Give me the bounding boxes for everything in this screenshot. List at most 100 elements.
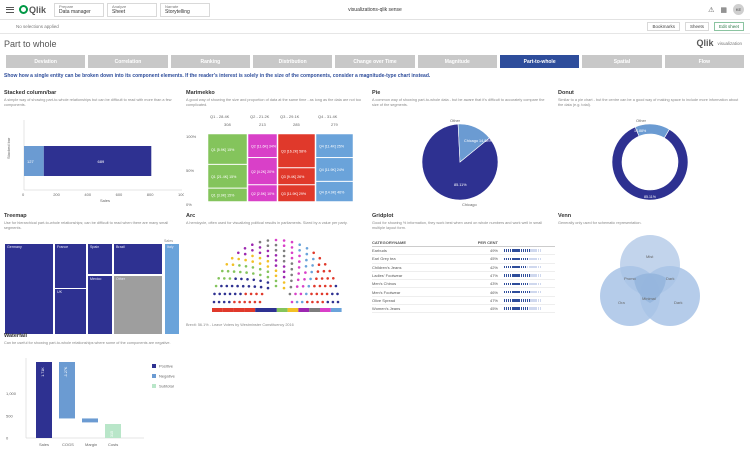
- arc-seat: [251, 266, 255, 269]
- arc-seat: [225, 284, 229, 288]
- gridplot-col-head[interactable]: CATEGORYNAME: [372, 240, 462, 245]
- arc-seat: [274, 279, 278, 283]
- bell-icon[interactable]: ⚠: [708, 6, 714, 14]
- stacked-ylabel: Stacked bar: [6, 137, 11, 159]
- arc-footer: Brexit: 56.1% - Leave Voters by Westmins…: [186, 323, 294, 327]
- apps-grid-icon[interactable]: ▦: [720, 6, 727, 14]
- arc-legend-bar: [309, 308, 320, 312]
- bookmarks-button[interactable]: Bookmarks: [647, 22, 680, 31]
- arc-legend-bar: [298, 308, 310, 312]
- table-row[interactable]: Men's Footwear 46%: [372, 288, 555, 297]
- waterfall-bar[interactable]: [82, 418, 98, 423]
- arc-seat: [282, 239, 286, 242]
- arc-seat: [243, 252, 247, 256]
- arc-seat: [318, 256, 322, 260]
- sheets-button[interactable]: Sheets: [684, 22, 709, 31]
- nav-tab-ranking[interactable]: Ranking: [170, 55, 250, 68]
- arc-seat: [305, 258, 308, 262]
- hamburger-menu-icon[interactable]: [3, 3, 17, 17]
- treemap-cell[interactable]: Mexico: [87, 275, 113, 335]
- treemap-cell[interactable]: UK: [54, 288, 87, 335]
- donut-chart: Other 14.88% 85.11%: [611, 118, 689, 201]
- nav-tab-flow[interactable]: Flow: [664, 55, 744, 68]
- arc-seat: [226, 269, 230, 273]
- arc-seat: [217, 277, 220, 280]
- qlik-logo[interactable]: Qlik: [19, 5, 46, 15]
- treemap-cell[interactable]: Brazil: [113, 243, 163, 275]
- table-row[interactable]: Children's Jeans 42%: [372, 264, 555, 272]
- treemap-cell[interactable]: Germany: [4, 243, 54, 335]
- arc-seat: [274, 284, 278, 288]
- gridplot-row-squares: [504, 307, 544, 310]
- arc-seat: [313, 284, 316, 288]
- nav-tab-change-over-time[interactable]: Change over Time: [335, 55, 415, 68]
- waterfall-bar-label: -89: [87, 426, 91, 431]
- arc-seat: [274, 264, 278, 267]
- venn-title: Venn: [558, 213, 572, 219]
- venn-label: Dark: [666, 276, 674, 281]
- table-row[interactable]: Men's Chinos 43%: [372, 280, 555, 289]
- arc-seat: [228, 292, 232, 296]
- arc-seat: [301, 285, 305, 288]
- arc-seat: [238, 264, 241, 267]
- mekko-cell-label: Q4 [11.9K] 24%: [319, 168, 345, 172]
- arc-seat: [304, 271, 307, 274]
- pie-desc: A common way of showing part-to-whole da…: [372, 98, 545, 108]
- nav-tab-correlation[interactable]: Correlation: [88, 55, 168, 68]
- donut-desc: Similar to a pie chart - but the centre …: [558, 98, 739, 108]
- nav-tab-magnitude[interactable]: Magnitude: [417, 55, 497, 68]
- gridplot-row-value: 47%: [489, 297, 498, 303]
- nav-tab-part-to-whole[interactable]: Part-to-whole: [499, 55, 580, 68]
- crumb-prepare[interactable]: Prepare Data manager: [54, 2, 105, 17]
- arc-seat: [316, 270, 320, 273]
- arc-seat: [290, 246, 294, 249]
- arc-seat: [323, 284, 327, 288]
- arc-seat: [251, 260, 254, 263]
- table-row[interactable]: Ladies' Footwear 47%: [372, 272, 555, 281]
- arc-seat: [298, 254, 301, 258]
- stacked-tick-label: 1000: [178, 192, 184, 197]
- treemap-cell[interactable]: Spain: [87, 243, 113, 275]
- waterfall-chart: 0 500 1,000 1.71K Sales -1.27K COGS -89 Margin 31…: [6, 358, 176, 447]
- arc-seat: [237, 251, 240, 255]
- arc-seat: [234, 277, 237, 280]
- arc-legend-bar: [276, 308, 288, 312]
- gridplot-row-name: Earbuds: [372, 248, 387, 254]
- table-row[interactable]: Women's Jeans 45%: [372, 305, 555, 314]
- arc-seat: [266, 281, 270, 284]
- gridplot-row-squares: [504, 282, 544, 286]
- waterfall-legend-label: Negative: [159, 374, 176, 379]
- donut-slice-label: 14.88%: [634, 129, 647, 133]
- arc-seat: [266, 239, 270, 242]
- arc-legend-bar: [320, 308, 331, 312]
- table-row[interactable]: Earl Grey tea 45%: [372, 255, 555, 264]
- gridplot-row-name: Men's Footwear: [372, 289, 401, 295]
- treemap-cell[interactable]: Other: [113, 275, 163, 335]
- arc-seat: [326, 277, 329, 280]
- arc-seat: [223, 292, 227, 296]
- donut-slice[interactable]: [611, 126, 689, 201]
- arc-seat: [290, 279, 293, 283]
- treemap-desc: Use for hierarchical part-to-whole relat…: [4, 221, 169, 231]
- arc-seat: [266, 244, 270, 247]
- gridplot-col-head[interactable]: PER CENT: [462, 240, 498, 245]
- arc-seat: [290, 262, 294, 265]
- nav-tab-spatial[interactable]: Spatial: [582, 55, 662, 68]
- arc-seat: [331, 292, 334, 296]
- table-row[interactable]: Earbuds 49%: [372, 247, 555, 256]
- crumb-analyze[interactable]: Analyze Sheet: [107, 2, 158, 17]
- arc-seat: [316, 300, 319, 304]
- marimekko-chart: 100% 50% 0% Q1 - 28.4K 308 Q1 [5.9K] 15% Q1 [2…: [186, 114, 354, 207]
- edit-sheet-button[interactable]: Edit sheet: [713, 22, 744, 31]
- arc-seat: [218, 292, 221, 296]
- nav-tab-deviation[interactable]: Deviation: [6, 55, 86, 68]
- pie-legend-label: Chicago: [462, 202, 477, 207]
- nav-tab-distribution[interactable]: Distribution: [252, 55, 333, 68]
- treemap-cell[interactable]: Italy: [164, 243, 180, 335]
- table-row[interactable]: Olive Spread 47%: [372, 297, 555, 306]
- avatar[interactable]: KE: [733, 4, 744, 15]
- crumb-narrate[interactable]: Narrate Storytelling: [160, 2, 211, 17]
- waterfall-legend-swatch: [152, 364, 156, 368]
- arc-seat: [243, 247, 247, 250]
- arc-legend-bar: [244, 308, 256, 312]
